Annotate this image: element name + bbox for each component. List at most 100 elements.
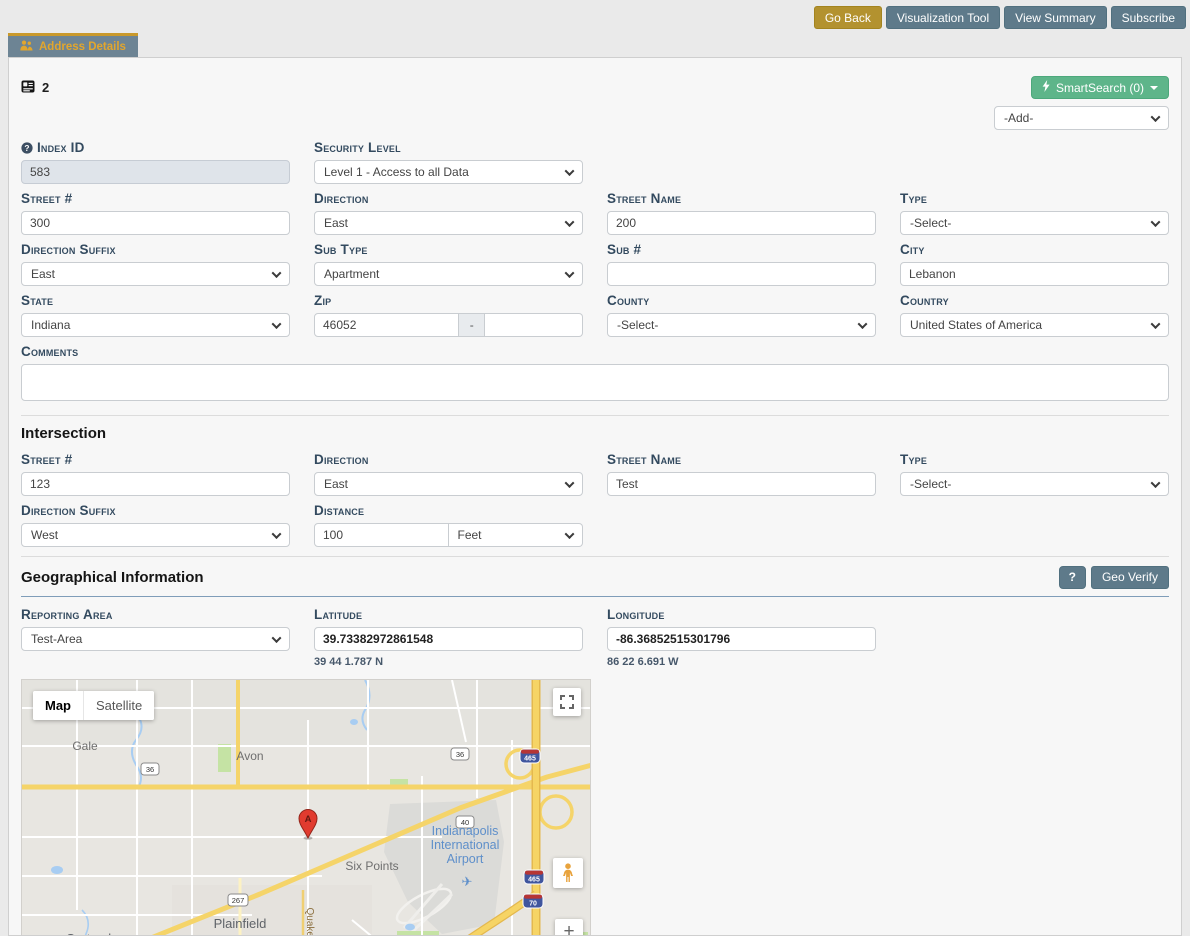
go-back-button[interactable]: Go Back: [814, 6, 882, 29]
longitude-input[interactable]: [607, 627, 876, 651]
field-int-type: Type -Select-: [900, 452, 1169, 496]
map-label-cartersburg: Cartersburg: [66, 931, 135, 936]
airplane-icon: ✈: [462, 874, 473, 889]
field-int-direction-suffix: Direction Suffix West: [21, 503, 290, 547]
chevron-down-icon: [1150, 86, 1158, 90]
record-count: 2: [42, 80, 49, 95]
map-button[interactable]: Map: [33, 691, 83, 720]
divider: [21, 556, 1169, 557]
index-id-input: [21, 160, 290, 184]
zip-input[interactable]: [314, 313, 459, 337]
intersection-heading: Intersection: [21, 425, 1169, 442]
geo-verify-button[interactable]: Geo Verify: [1091, 566, 1169, 589]
int-direction-suffix-select[interactable]: West: [21, 523, 290, 547]
svg-text:A: A: [305, 814, 312, 825]
city-input[interactable]: [900, 262, 1169, 286]
field-street-num: Street #: [21, 191, 290, 235]
field-comments: Comments: [21, 344, 1169, 406]
chevron-down-icon: [565, 166, 575, 176]
lightning-bolt-icon: [1042, 80, 1050, 95]
tab-address-details[interactable]: Address Details: [8, 33, 138, 57]
country-select[interactable]: United States of America: [900, 313, 1169, 337]
pegman-control[interactable]: [553, 858, 583, 888]
chevron-down-icon: [272, 529, 282, 539]
type-select[interactable]: -Select-: [900, 211, 1169, 235]
fullscreen-button[interactable]: [553, 688, 581, 716]
field-country: Country United States of America: [900, 293, 1169, 337]
longitude-dms: 86 22 6.691 W: [607, 656, 876, 668]
zip-ext-input[interactable]: [485, 313, 583, 337]
distance-unit-select[interactable]: Feet: [449, 523, 584, 547]
geo-heading: Geographical Information: [21, 569, 204, 586]
field-int-direction: Direction East: [314, 452, 583, 496]
subscribe-button[interactable]: Subscribe: [1111, 6, 1186, 29]
add-dropdown[interactable]: -Add-: [994, 106, 1169, 130]
geo-help-button[interactable]: ?: [1059, 566, 1086, 589]
chevron-down-icon: [1151, 112, 1161, 122]
map-label-gale: Gale: [72, 739, 98, 753]
help-icon: ?: [21, 140, 33, 155]
comments-textarea[interactable]: [21, 364, 1169, 401]
distance-input[interactable]: [314, 523, 449, 547]
map-label-quaker-blvd: Quaker Blvd: [304, 907, 315, 936]
latitude-input[interactable]: [314, 627, 583, 651]
state-select[interactable]: Indiana: [21, 313, 290, 337]
field-zip: Zip -: [314, 293, 583, 337]
field-type: Type -Select-: [900, 191, 1169, 235]
chevron-down-icon: [858, 319, 868, 329]
add-dropdown-value: -Add-: [1004, 111, 1033, 125]
i465-shield: 465: [520, 749, 540, 763]
latitude-dms: 39 44 1.787 N: [314, 656, 583, 668]
map[interactable]: 36 36 40 40 267 465: [21, 679, 591, 936]
field-int-street-name: Street Name: [607, 452, 876, 496]
field-sub-type: Sub Type Apartment: [314, 242, 583, 286]
field-county: County -Select-: [607, 293, 876, 337]
satellite-button[interactable]: Satellite: [83, 691, 154, 720]
view-summary-button[interactable]: View Summary: [1004, 6, 1106, 29]
int-direction-select[interactable]: East: [314, 472, 583, 496]
zoom-in-button[interactable]: +: [555, 919, 583, 936]
chevron-down-icon: [1151, 478, 1161, 488]
chevron-down-icon: [1151, 319, 1161, 329]
smartsearch-button[interactable]: SmartSearch (0): [1031, 76, 1169, 99]
field-city: City: [900, 242, 1169, 286]
us36-shield: 36: [141, 763, 159, 775]
chevron-down-icon: [565, 529, 575, 539]
field-direction: Direction East: [314, 191, 583, 235]
svg-text:267: 267: [232, 896, 245, 905]
chevron-down-icon: [272, 268, 282, 278]
field-sub-num: Sub #: [607, 242, 876, 286]
top-toolbar: Go Back Visualization Tool View Summary …: [814, 6, 1186, 29]
chevron-down-icon: [1151, 217, 1161, 227]
direction-suffix-select[interactable]: East: [21, 262, 290, 286]
address-details-panel: 2 SmartSearch (0) -Add- ? Index ID Secur…: [8, 57, 1182, 936]
security-level-select[interactable]: Level 1 - Access to all Data: [314, 160, 583, 184]
pegman-icon: [560, 863, 576, 883]
in267-shield: 267: [228, 894, 248, 906]
fullscreen-icon: [560, 695, 574, 709]
street-name-input[interactable]: [607, 211, 876, 235]
street-num-input[interactable]: [21, 211, 290, 235]
field-int-distance: Distance Feet: [314, 503, 583, 547]
int-street-num-input[interactable]: [21, 472, 290, 496]
us36-shield: 36: [451, 748, 469, 760]
sub-type-select[interactable]: Apartment: [314, 262, 583, 286]
direction-select[interactable]: East: [314, 211, 583, 235]
int-type-select[interactable]: -Select-: [900, 472, 1169, 496]
tab-label: Address Details: [39, 41, 126, 53]
field-index-id: ? Index ID: [21, 140, 290, 184]
map-type-control: Map Satellite: [33, 691, 154, 720]
panel-header: 2 SmartSearch (0): [9, 58, 1181, 99]
reporting-area-select[interactable]: Test-Area: [21, 627, 290, 651]
field-street-name: Street Name: [607, 191, 876, 235]
chevron-down-icon: [565, 478, 575, 488]
svg-text:465: 465: [524, 756, 536, 763]
i70-shield: 70: [523, 894, 543, 908]
svg-text:70: 70: [529, 901, 537, 908]
int-street-name-input[interactable]: [607, 472, 876, 496]
visualization-tool-button[interactable]: Visualization Tool: [886, 6, 1000, 29]
map-zoom-control: + −: [555, 919, 583, 936]
people-icon: [20, 40, 33, 54]
county-select[interactable]: -Select-: [607, 313, 876, 337]
sub-num-input[interactable]: [607, 262, 876, 286]
